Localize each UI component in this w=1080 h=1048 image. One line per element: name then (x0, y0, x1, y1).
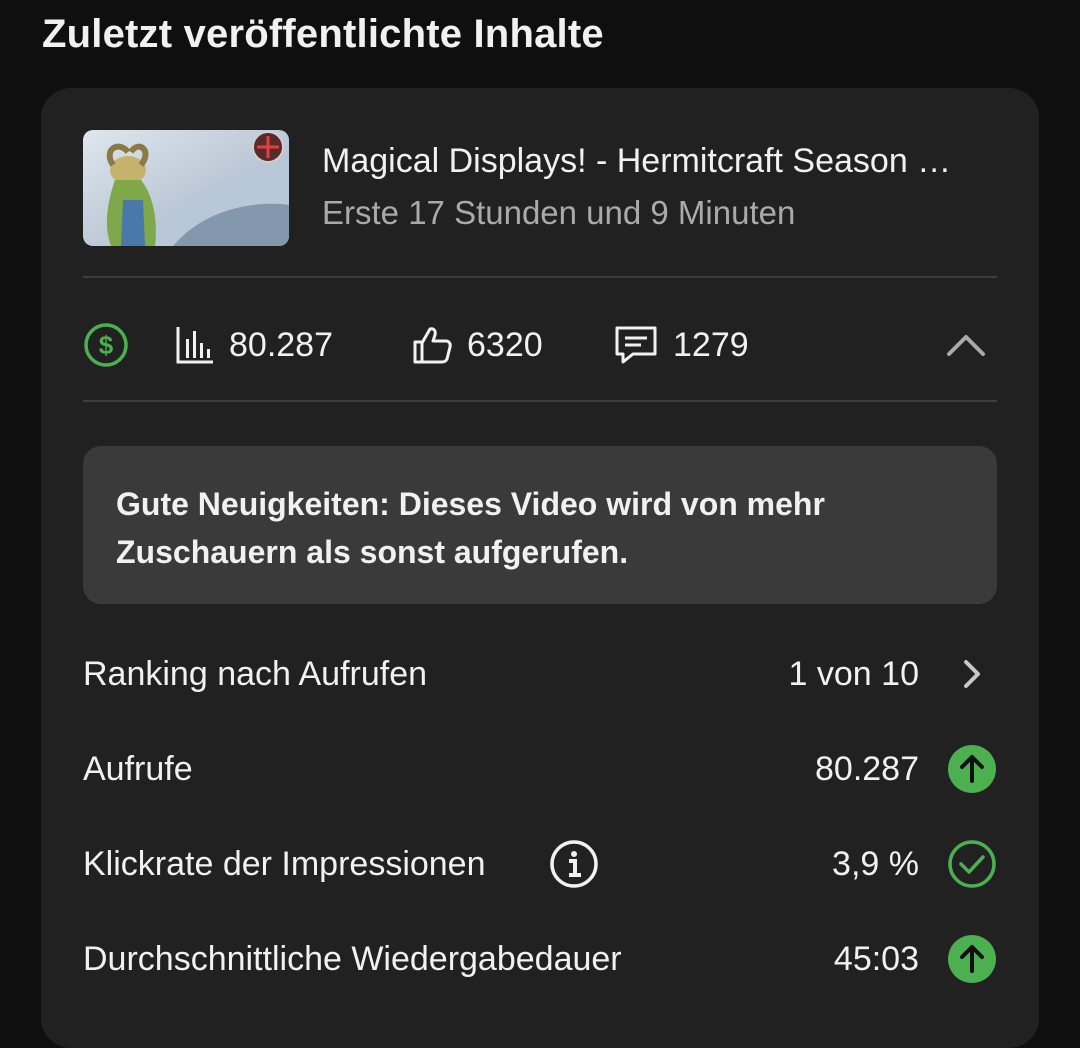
svg-text:$: $ (99, 330, 114, 360)
good-news-banner: Gute Neuigkeiten: Dieses Video wird von … (83, 446, 997, 604)
metric-row-avg-duration: Durchschnittliche Wiedergabedauer 45:03 (83, 929, 997, 989)
comments-count: 1279 (673, 325, 749, 364)
good-news-text: Gute Neuigkeiten: Dieses Video wird von … (116, 486, 825, 570)
stats-row: $ 80.287 6320 1279 (83, 310, 997, 380)
metric-row-views: Aufrufe 80.287 (83, 739, 997, 799)
info-icon[interactable] (549, 839, 599, 889)
section-title: Zuletzt veröffentlichte Inhalte (42, 12, 604, 56)
latest-content-card: Magical Displays! - Hermitcraft Season …… (41, 88, 1039, 1048)
comment-icon (615, 326, 657, 364)
chevron-up-icon (947, 335, 985, 356)
views-stat: 80.287 (175, 310, 333, 380)
chevron-right-icon[interactable] (947, 649, 997, 699)
metric-value: 1 von 10 (788, 655, 919, 693)
dollar-circle-icon: $ (84, 323, 128, 367)
thumbs-up-icon (413, 327, 452, 364)
metric-label: Durchschnittliche Wiedergabedauer (83, 940, 622, 978)
video-item[interactable]: Magical Displays! - Hermitcraft Season …… (83, 130, 997, 246)
video-thumbnail[interactable] (83, 130, 289, 246)
metric-value: 3,9 % (832, 845, 919, 883)
metric-value: 80.287 (815, 750, 919, 788)
metric-label: Klickrate der Impressionen (83, 845, 486, 883)
metric-row-ranking[interactable]: Ranking nach Aufrufen 1 von 10 (83, 644, 997, 704)
likes-count: 6320 (467, 325, 543, 364)
metric-row-ctr: Klickrate der Impressionen 3,9 % (83, 834, 997, 894)
arrow-up-circle-icon (948, 745, 996, 793)
collapse-button[interactable] (945, 310, 987, 380)
arrow-up-circle-icon (948, 935, 996, 983)
divider (83, 276, 997, 278)
metric-value: 45:03 (833, 940, 919, 978)
video-title[interactable]: Magical Displays! - Hermitcraft Season … (322, 142, 997, 181)
metric-label: Aufrufe (83, 750, 193, 788)
divider (83, 400, 997, 402)
video-timeframe: Erste 17 Stunden und 9 Minuten (322, 194, 796, 231)
comments-stat: 1279 (613, 310, 749, 380)
bar-chart-icon (176, 327, 213, 364)
check-circle-icon (948, 840, 996, 888)
monetization-status[interactable]: $ (83, 310, 129, 380)
metric-label: Ranking nach Aufrufen (83, 655, 428, 693)
views-count: 80.287 (229, 325, 333, 364)
likes-stat: 6320 (411, 310, 543, 380)
